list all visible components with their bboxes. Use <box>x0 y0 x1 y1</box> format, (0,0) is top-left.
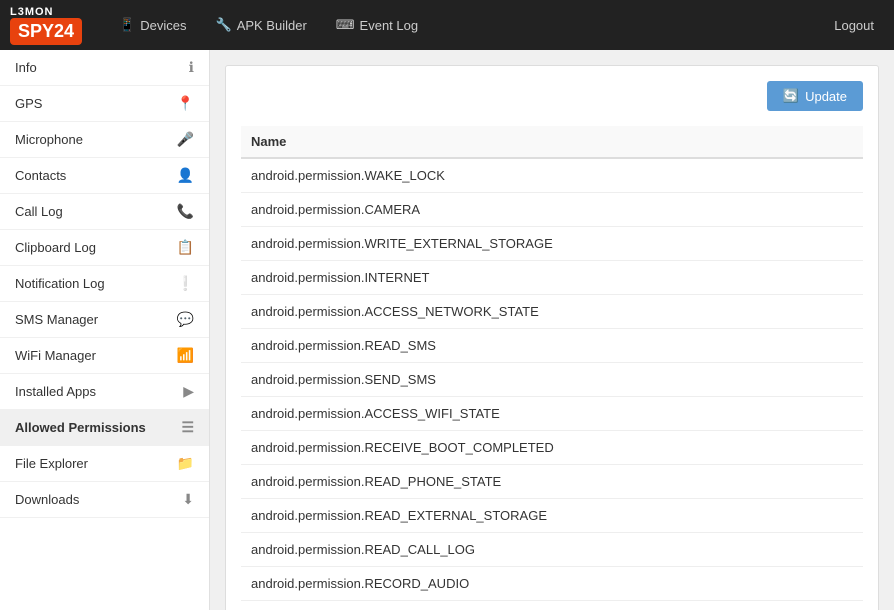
permissions-table: Name android.permission.WAKE_LOCKandroid… <box>241 126 863 610</box>
notification-icon: ❕ <box>177 275 194 292</box>
sidebar-label-calllog: Call Log <box>15 204 177 219</box>
table-row: android.permission.READ_CALL_LOG <box>241 533 863 567</box>
sms-icon: 💬 <box>177 311 194 328</box>
top-nav: L3MON SPY 24 📱 Devices 🔧 APK Builder ⌨ E… <box>0 0 894 50</box>
brand-24: 24 <box>54 21 74 42</box>
table-row: android.permission.WRITE_EXTERNAL_STORAG… <box>241 227 863 261</box>
sidebar-label-files: File Explorer <box>15 456 177 471</box>
sidebar-label-info: Info <box>15 60 189 75</box>
sidebar-item-microphone[interactable]: Microphone 🎤 <box>0 122 209 158</box>
permission-name: android.permission.RECEIVE_BOOT_COMPLETE… <box>241 431 863 465</box>
microphone-icon: 🎤 <box>177 131 194 148</box>
logo: L3MON SPY 24 <box>10 6 87 45</box>
table-row: android.permission.CAMERA <box>241 193 863 227</box>
sidebar-item-files[interactable]: File Explorer 📁 <box>0 446 209 482</box>
table-row: android.permission.MODIFY_AUDIO_SETTINGS <box>241 601 863 610</box>
update-button[interactable]: 🔄 Update <box>767 81 863 111</box>
nav-items: 📱 Devices 🔧 APK Builder ⌨ Event Log <box>107 12 824 38</box>
nav-item-apkbuilder[interactable]: 🔧 APK Builder <box>204 12 319 38</box>
table-row: android.permission.RECORD_AUDIO <box>241 567 863 601</box>
files-icon: 📁 <box>177 455 194 472</box>
sidebar-item-clipboard[interactable]: Clipboard Log 📋 <box>0 230 209 266</box>
table-row: android.permission.RECEIVE_BOOT_COMPLETE… <box>241 431 863 465</box>
permission-name: android.permission.READ_EXTERNAL_STORAGE <box>241 499 863 533</box>
sidebar-item-permissions[interactable]: Allowed Permissions ☰ <box>0 410 209 446</box>
sidebar-item-apps[interactable]: Installed Apps ▶ <box>0 374 209 410</box>
permission-name: android.permission.CAMERA <box>241 193 863 227</box>
table-row: android.permission.ACCESS_NETWORK_STATE <box>241 295 863 329</box>
table-row: android.permission.INTERNET <box>241 261 863 295</box>
table-row: android.permission.WAKE_LOCK <box>241 158 863 193</box>
eventlog-icon: ⌨ <box>336 17 355 33</box>
sidebar-label-contacts: Contacts <box>15 168 177 183</box>
permissions-icon: ☰ <box>181 419 194 436</box>
col-name-header: Name <box>241 126 863 158</box>
permission-name: android.permission.MODIFY_AUDIO_SETTINGS <box>241 601 863 610</box>
info-icon: ℹ <box>189 59 194 76</box>
main-layout: Info ℹ GPS 📍 Microphone 🎤 Contacts 👤 Cal… <box>0 50 894 610</box>
sidebar-item-notification[interactable]: Notification Log ❕ <box>0 266 209 302</box>
devices-icon: 📱 <box>119 17 135 33</box>
nav-item-eventlog[interactable]: ⌨ Event Log <box>324 12 430 38</box>
sidebar-item-sms[interactable]: SMS Manager 💬 <box>0 302 209 338</box>
permission-name: android.permission.WAKE_LOCK <box>241 158 863 193</box>
wifi-icon: 📶 <box>177 347 194 364</box>
sidebar-label-microphone: Microphone <box>15 132 177 147</box>
apps-icon: ▶ <box>183 383 194 400</box>
permission-name: android.permission.READ_PHONE_STATE <box>241 465 863 499</box>
calllog-icon: 📞 <box>177 203 194 220</box>
downloads-icon: ⬇ <box>182 491 194 508</box>
table-row: android.permission.SEND_SMS <box>241 363 863 397</box>
permission-name: android.permission.ACCESS_WIFI_STATE <box>241 397 863 431</box>
gps-icon: 📍 <box>177 95 194 112</box>
table-row: android.permission.READ_EXTERNAL_STORAGE <box>241 499 863 533</box>
contacts-icon: 👤 <box>177 167 194 184</box>
brand-spy: SPY <box>18 21 54 42</box>
sidebar-item-contacts[interactable]: Contacts 👤 <box>0 158 209 194</box>
nav-label-eventlog: Event Log <box>360 18 419 33</box>
logout-button[interactable]: Logout <box>824 13 884 38</box>
main-content: 🔄 Update Name android.permission.WAKE_LO… <box>210 50 894 610</box>
sidebar-item-wifi[interactable]: WiFi Manager 📶 <box>0 338 209 374</box>
nav-item-devices[interactable]: 📱 Devices <box>107 12 198 38</box>
sidebar-label-wifi: WiFi Manager <box>15 348 177 363</box>
sidebar-label-notification: Notification Log <box>15 276 177 291</box>
sidebar-label-clipboard: Clipboard Log <box>15 240 177 255</box>
permission-name: android.permission.RECORD_AUDIO <box>241 567 863 601</box>
permission-name: android.permission.READ_SMS <box>241 329 863 363</box>
sidebar: Info ℹ GPS 📍 Microphone 🎤 Contacts 👤 Cal… <box>0 50 210 610</box>
permission-name: android.permission.READ_CALL_LOG <box>241 533 863 567</box>
nav-label-apk: APK Builder <box>237 18 307 33</box>
permission-name: android.permission.SEND_SMS <box>241 363 863 397</box>
sidebar-label-downloads: Downloads <box>15 492 182 507</box>
permission-name: android.permission.WRITE_EXTERNAL_STORAG… <box>241 227 863 261</box>
table-row: android.permission.READ_SMS <box>241 329 863 363</box>
sidebar-item-gps[interactable]: GPS 📍 <box>0 86 209 122</box>
table-row: android.permission.ACCESS_WIFI_STATE <box>241 397 863 431</box>
sidebar-label-permissions: Allowed Permissions <box>15 420 181 435</box>
table-row: android.permission.READ_PHONE_STATE <box>241 465 863 499</box>
sidebar-label-sms: SMS Manager <box>15 312 177 327</box>
permission-name: android.permission.INTERNET <box>241 261 863 295</box>
nav-label-devices: Devices <box>140 18 186 33</box>
sidebar-item-calllog[interactable]: Call Log 📞 <box>0 194 209 230</box>
permissions-card: 🔄 Update Name android.permission.WAKE_LO… <box>225 65 879 610</box>
brand-spybox: SPY 24 <box>10 18 82 45</box>
apk-icon: 🔧 <box>216 17 232 33</box>
clipboard-icon: 📋 <box>177 239 194 256</box>
permission-name: android.permission.ACCESS_NETWORK_STATE <box>241 295 863 329</box>
sidebar-item-info[interactable]: Info ℹ <box>0 50 209 86</box>
update-icon: 🔄 <box>783 88 799 104</box>
sidebar-item-downloads[interactable]: Downloads ⬇ <box>0 482 209 518</box>
card-toolbar: 🔄 Update <box>241 81 863 111</box>
update-label: Update <box>805 89 847 104</box>
brand-l3mon: L3MON <box>10 6 54 18</box>
sidebar-label-gps: GPS <box>15 96 177 111</box>
sidebar-label-apps: Installed Apps <box>15 384 183 399</box>
